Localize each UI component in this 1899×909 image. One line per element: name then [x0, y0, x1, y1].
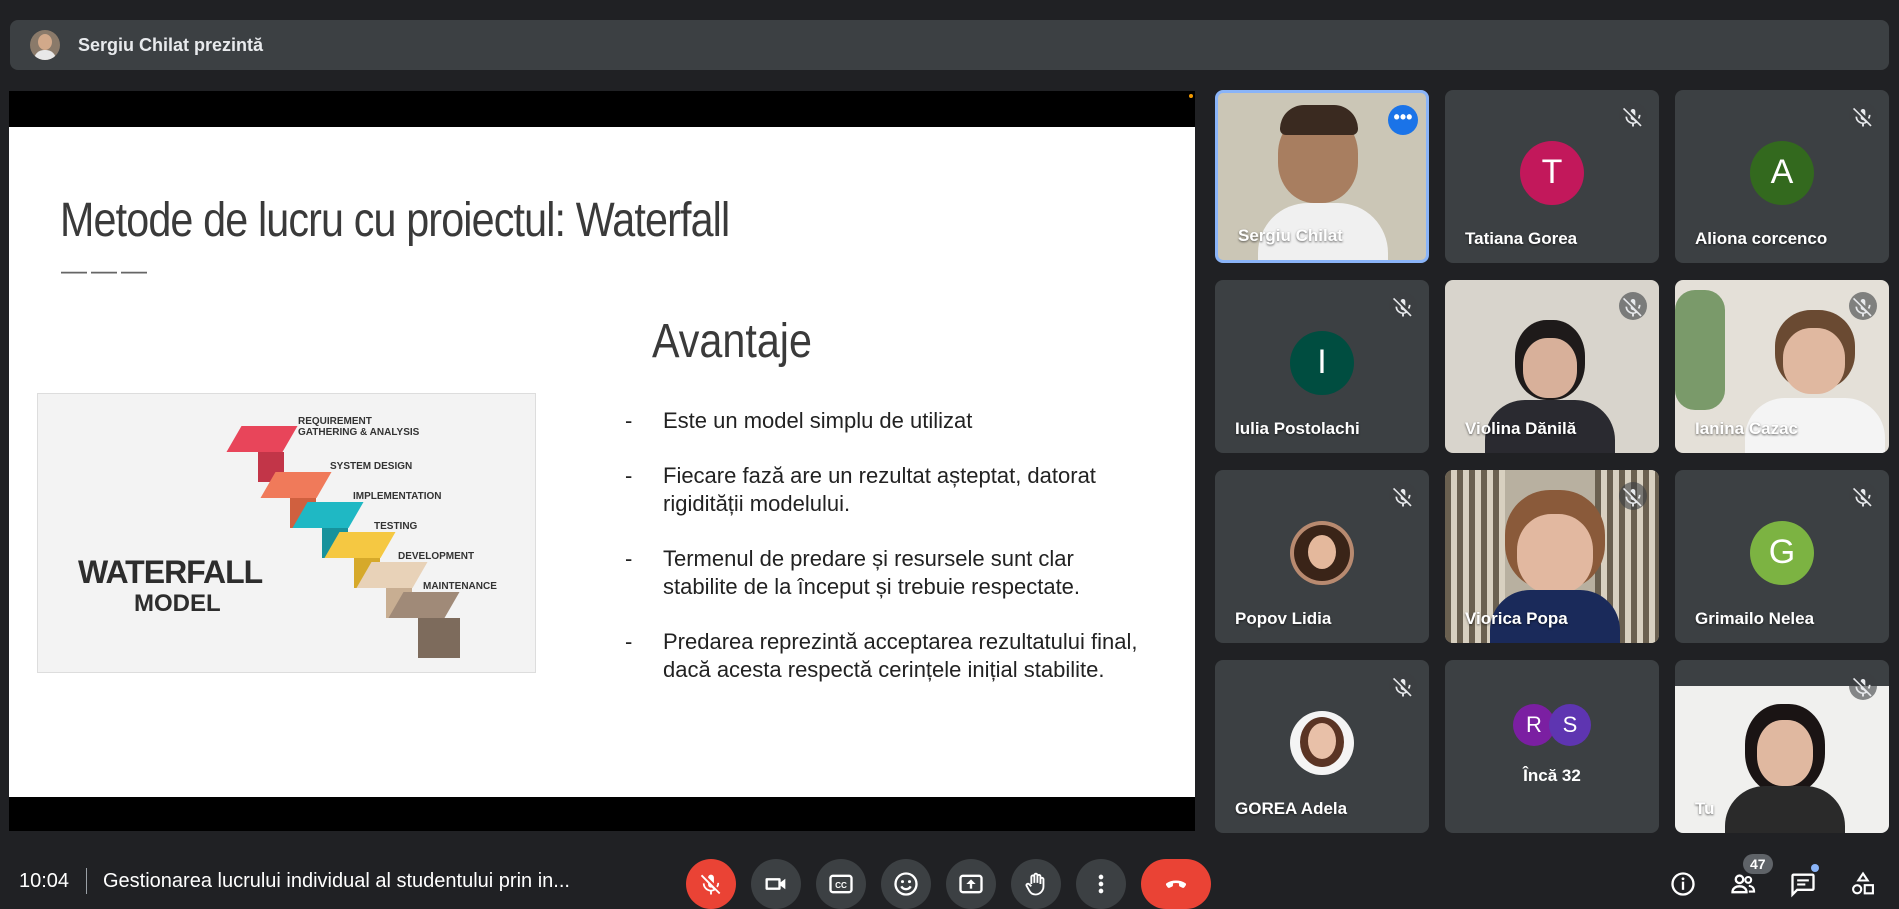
participant-tile[interactable]: I Iulia Postolachi: [1215, 280, 1429, 453]
participant-name: Iulia Postolachi: [1235, 419, 1360, 438]
slide: Metode de lucru cu proiectul: Waterfall …: [9, 127, 1195, 797]
section-title: Avantaje: [652, 315, 812, 368]
participant-tile[interactable]: A Aliona corcenco: [1675, 90, 1889, 263]
mic-off-icon: [1389, 482, 1417, 510]
svg-text:CC: CC: [835, 881, 847, 890]
mic-off-icon: [1849, 672, 1877, 700]
participant-tile[interactable]: Tu: [1675, 660, 1889, 833]
participant-name: Aliona corcenco: [1695, 229, 1828, 248]
bullet-item: Fiecare fază are un rezultat așteptat, d…: [619, 462, 1139, 518]
mic-toggle-button[interactable]: [686, 859, 736, 909]
step-label-design: SYSTEM DESIGN: [330, 461, 413, 472]
participant-avatar: G: [1750, 520, 1814, 585]
meeting-details-button[interactable]: [1661, 862, 1705, 906]
participant-photo-avatar: [1290, 710, 1354, 775]
hang-up-icon: [1165, 880, 1187, 888]
more-options-icon[interactable]: •••: [1388, 105, 1418, 135]
divider: [86, 868, 87, 894]
image-title-line2: MODEL: [134, 590, 221, 617]
participant-tile[interactable]: Violina Dănilă: [1445, 280, 1659, 453]
shapes-icon: [1852, 871, 1874, 895]
participant-avatar: A: [1750, 140, 1814, 205]
more-participants-label: Încă 32: [1523, 766, 1581, 785]
chat-icon: [1791, 873, 1815, 898]
mic-off-icon: [1849, 102, 1877, 130]
title-separator: ———: [61, 255, 151, 285]
info-icon: [1671, 872, 1695, 896]
bullet-item: Predarea reprezintă acceptarea rezultatu…: [619, 628, 1139, 684]
leave-call-button[interactable]: [1141, 859, 1211, 909]
clock: 10:04: [19, 870, 70, 892]
present-button[interactable]: [946, 859, 996, 909]
emoji-icon: [894, 872, 918, 896]
participant-name: Tatiana Gorea: [1465, 229, 1578, 248]
participant-avatar: I: [1290, 330, 1354, 395]
more-vert-icon: [1098, 874, 1104, 894]
step-label-maint: MAINTENANCE: [423, 581, 497, 592]
participant-tile[interactable]: Ianina Cazac: [1675, 280, 1889, 453]
participant-name: Tu: [1695, 799, 1715, 818]
presenter-avatar: [30, 30, 60, 60]
participant-tile[interactable]: Viorica Popa: [1445, 470, 1659, 643]
participant-name: Popov Lidia: [1235, 609, 1332, 628]
mic-off-icon: [1389, 672, 1417, 700]
step-label-testing: TESTING: [374, 521, 418, 532]
participant-avatar: T: [1520, 140, 1584, 205]
step-1: [226, 426, 298, 452]
mic-off-icon: [1849, 292, 1877, 320]
step-label-dev: DEVELOPMENT: [398, 551, 475, 562]
participants-count-badge: 47: [1743, 854, 1773, 874]
step-label-req: REQUIREMENT: [298, 416, 372, 427]
participant-tile[interactable]: T Tatiana Gorea: [1445, 90, 1659, 263]
meeting-title: Gestionarea lucrului individual al stude…: [103, 870, 570, 892]
chat-button[interactable]: [1781, 862, 1825, 906]
participant-tile[interactable]: ••• Sergiu Chilat: [1215, 90, 1429, 263]
step-label-impl: IMPLEMENTATION: [353, 491, 442, 502]
mic-off-icon: [1619, 292, 1647, 320]
chat-notification-dot: [1811, 864, 1819, 872]
raise-hand-button[interactable]: [1011, 859, 1061, 909]
stage-indicator-dot: [1189, 94, 1193, 98]
participant-tile[interactable]: G Grimailo Nelea: [1675, 470, 1889, 643]
participant-tile-more[interactable]: R S Încă 32: [1445, 660, 1659, 833]
participant-name: Grimailo Nelea: [1695, 609, 1815, 628]
people-icon: [1731, 874, 1756, 894]
captions-button[interactable]: CC: [816, 859, 866, 909]
more-options-button[interactable]: [1076, 859, 1126, 909]
step-label-gather: GATHERING & ANALYSIS: [298, 427, 420, 438]
step-6-side: [418, 618, 460, 658]
present-screen-icon: [959, 874, 983, 894]
participant-name: GOREA Adela: [1235, 799, 1348, 818]
participant-tile[interactable]: Popov Lidia: [1215, 470, 1429, 643]
bullet-item: Este un model simplu de utilizat: [619, 407, 1139, 435]
slide-title: Metode de lucru cu proiectul: Waterfall: [60, 194, 730, 247]
advantages-list: Este un model simplu de utilizat Fiecare…: [619, 407, 1139, 711]
bottom-toolbar: 10:04 Gestionarea lucrului individual al…: [0, 850, 1899, 909]
mic-off-icon: [1849, 482, 1877, 510]
reactions-button[interactable]: [881, 859, 931, 909]
mic-off-icon: [1389, 292, 1417, 320]
participant-name: Viorica Popa: [1465, 609, 1568, 628]
camera-toggle-button[interactable]: [751, 859, 801, 909]
mic-off-icon: [1619, 102, 1647, 130]
mic-off-icon: [1619, 482, 1647, 510]
participant-tile[interactable]: GOREA Adela: [1215, 660, 1429, 833]
hand-icon: [1025, 872, 1045, 896]
participant-name: Sergiu Chilat: [1238, 226, 1343, 245]
participant-name: Violina Dănilă: [1465, 419, 1577, 438]
waterfall-model-image: REQUIREMENT GATHERING & ANALYSIS SYSTEM …: [37, 393, 536, 673]
captions-icon: CC: [829, 874, 853, 894]
image-title-line1: WATERFALL: [78, 554, 263, 590]
presenter-label: Sergiu Chilat prezintă: [78, 34, 264, 55]
presenter-bar: Sergiu Chilat prezintă: [10, 20, 1889, 70]
participant-photo-avatar: [1290, 520, 1354, 585]
mic-off-icon: [700, 874, 721, 895]
more-avatar: S: [1549, 704, 1591, 746]
camera-icon: [765, 878, 786, 890]
participant-name: Ianina Cazac: [1695, 419, 1798, 438]
presentation-stage[interactable]: Metode de lucru cu proiectul: Waterfall …: [9, 91, 1195, 831]
activities-button[interactable]: [1841, 862, 1885, 906]
bullet-item: Termenul de predare și resursele sunt cl…: [619, 545, 1139, 601]
